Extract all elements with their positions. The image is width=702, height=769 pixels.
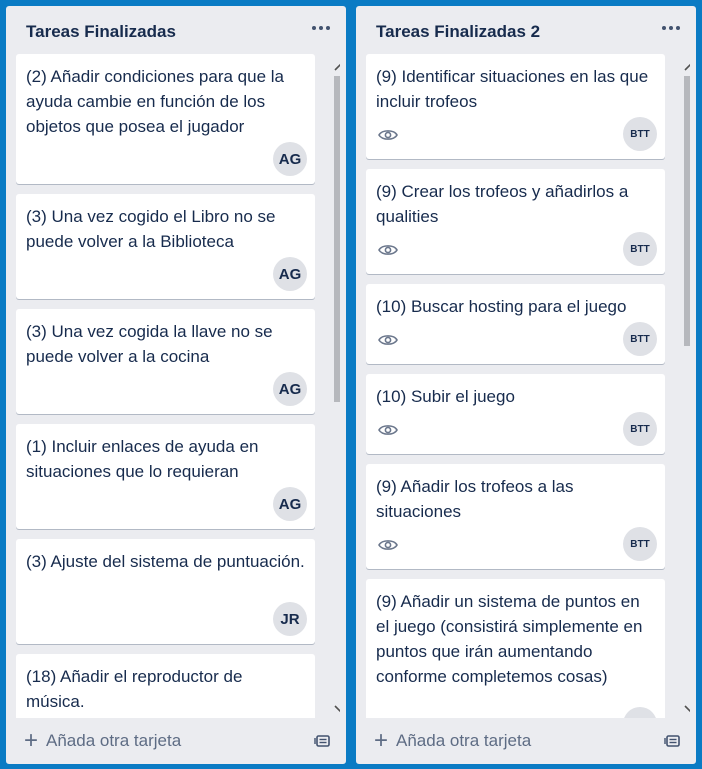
scroll-track[interactable] bbox=[331, 76, 340, 696]
card[interactable]: (9) Identificar situaciones en las que i… bbox=[366, 54, 665, 159]
list-tareas-finalizadas: Tareas Finalizadas (2) Añadir condicione… bbox=[6, 6, 346, 764]
add-card-button[interactable]: + Añada otra tarjeta bbox=[372, 726, 531, 756]
card-list: (9) Identificar situaciones en las que i… bbox=[366, 54, 690, 718]
card-title: (9) Añadir los trofeos a las situaciones bbox=[376, 477, 574, 521]
member-avatar[interactable]: BTT bbox=[623, 412, 657, 446]
scroll-thumb[interactable] bbox=[334, 76, 340, 402]
list-header[interactable]: Tareas Finalizadas 2 bbox=[356, 6, 696, 54]
card-title: (10) Subir el juego bbox=[376, 387, 515, 406]
member-avatar[interactable]: AG bbox=[273, 142, 307, 176]
plus-icon: + bbox=[373, 727, 388, 754]
eye-icon bbox=[378, 425, 398, 435]
chevron-up-icon[interactable] bbox=[331, 58, 340, 76]
member-avatar[interactable]: BTT bbox=[623, 232, 657, 266]
card-title: (10) Buscar hosting para el juego bbox=[376, 297, 627, 316]
card[interactable]: (3) Una vez cogido el Libro no se puede … bbox=[16, 194, 315, 299]
member-avatar[interactable]: JR bbox=[273, 602, 307, 636]
ellipsis-icon[interactable] bbox=[658, 16, 684, 40]
add-card-button[interactable]: + Añada otra tarjeta bbox=[22, 726, 181, 756]
scroll-thumb[interactable] bbox=[684, 76, 690, 346]
chevron-down-icon[interactable] bbox=[331, 700, 340, 718]
card[interactable]: (3) Ajuste del sistema de puntuación. JR bbox=[16, 539, 315, 644]
scrollbar[interactable] bbox=[681, 54, 690, 718]
chevron-down-icon[interactable] bbox=[681, 700, 690, 718]
list-footer: + Añada otra tarjeta bbox=[356, 718, 696, 764]
scrollbar[interactable] bbox=[331, 54, 340, 718]
card-title: (9) Añadir un sistema de puntos en el ju… bbox=[376, 592, 643, 686]
card[interactable]: (1) Incluir enlaces de ayuda en situacio… bbox=[16, 424, 315, 529]
scroll-track[interactable] bbox=[681, 76, 690, 696]
eye-icon bbox=[378, 245, 398, 255]
card[interactable]: (9) Crear los trofeos y añadirlos a qual… bbox=[366, 169, 665, 274]
card-title: (1) Incluir enlaces de ayuda en situacio… bbox=[26, 437, 259, 481]
card-title: (3) Una vez cogida la llave no se puede … bbox=[26, 322, 273, 366]
list-title[interactable]: Tareas Finalizadas 2 bbox=[376, 22, 540, 42]
member-avatar[interactable]: BTT bbox=[623, 117, 657, 151]
chevron-up-icon[interactable] bbox=[681, 58, 690, 76]
card[interactable]: (10) Buscar hosting para el juego BTT bbox=[366, 284, 665, 364]
member-avatar[interactable]: BTT bbox=[623, 527, 657, 561]
list-footer: + Añada otra tarjeta bbox=[6, 718, 346, 764]
card-title: (18) Añadir el reproductor de música. bbox=[26, 667, 243, 711]
list-tareas-finalizadas-2: Tareas Finalizadas 2 (9) Identificar sit… bbox=[356, 6, 696, 764]
add-card-label: Añada otra tarjeta bbox=[396, 731, 532, 750]
eye-icon bbox=[378, 335, 398, 345]
card[interactable]: (10) Subir el juego BTT bbox=[366, 374, 665, 454]
member-avatar[interactable]: RC bbox=[623, 707, 657, 718]
card-title: (9) Crear los trofeos y añadirlos a qual… bbox=[376, 182, 629, 226]
card-template-icon[interactable] bbox=[314, 732, 332, 750]
card-title: (9) Identificar situaciones en las que i… bbox=[376, 67, 649, 111]
eye-icon bbox=[378, 130, 398, 140]
card[interactable]: (9) Añadir los trofeos a las situaciones… bbox=[366, 464, 665, 569]
list-header[interactable]: Tareas Finalizadas bbox=[6, 6, 346, 54]
ellipsis-icon[interactable] bbox=[308, 16, 334, 40]
card[interactable]: (2) Añadir condiciones para que la ayuda… bbox=[16, 54, 315, 184]
member-avatar[interactable]: AG bbox=[273, 487, 307, 521]
card[interactable]: (3) Una vez cogida la llave no se puede … bbox=[16, 309, 315, 414]
card[interactable]: (9) Añadir un sistema de puntos en el ju… bbox=[366, 579, 665, 718]
card-title: (3) Ajuste del sistema de puntuación. bbox=[26, 552, 305, 571]
add-card-label: Añada otra tarjeta bbox=[46, 731, 182, 750]
member-avatar[interactable]: BTT bbox=[623, 322, 657, 356]
card[interactable]: (18) Añadir el reproductor de música. bbox=[16, 654, 315, 718]
plus-icon: + bbox=[23, 727, 38, 754]
member-avatar[interactable]: AG bbox=[273, 257, 307, 291]
eye-icon bbox=[378, 540, 398, 550]
card-template-icon[interactable] bbox=[664, 732, 682, 750]
card-title: (3) Una vez cogido el Libro no se puede … bbox=[26, 207, 276, 251]
card-list: (2) Añadir condiciones para que la ayuda… bbox=[16, 54, 340, 718]
card-title: (2) Añadir condiciones para que la ayuda… bbox=[26, 67, 284, 136]
member-avatar[interactable]: AG bbox=[273, 372, 307, 406]
list-title[interactable]: Tareas Finalizadas bbox=[26, 22, 176, 42]
